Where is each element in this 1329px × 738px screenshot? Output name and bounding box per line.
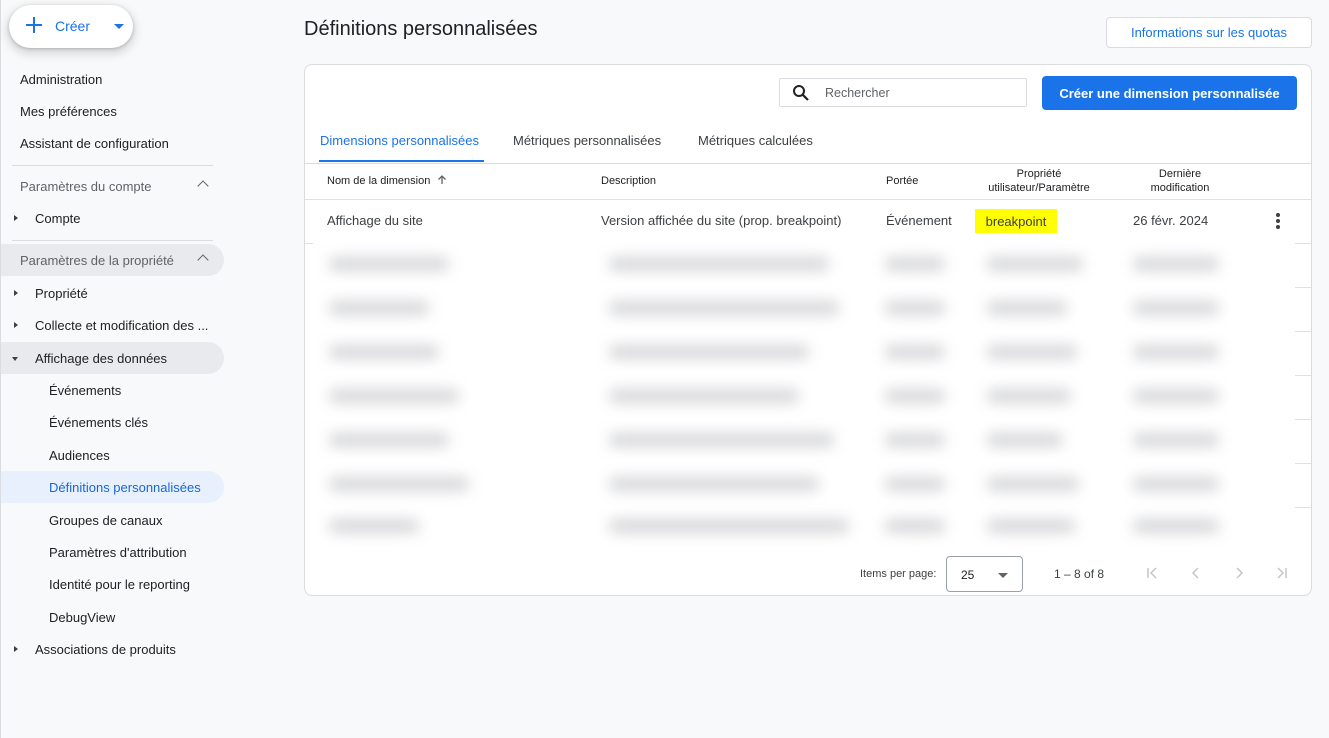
active-tab-indicator [319,160,484,162]
sidebar-item-preferences[interactable]: Mes préférences [1,95,117,127]
expand-arrow-icon [14,290,18,296]
expand-arrow-icon [14,646,18,652]
sidebar-item-data-collection[interactable]: Collecte et modification des ... [1,309,208,341]
pagination-range: 1 – 8 of 8 [1054,567,1105,581]
sidebar-item-administration[interactable]: Administration [1,63,102,95]
search-icon [793,85,809,101]
row-divider [1295,375,1311,376]
sidebar: Créer Administration Mes préférences Ass… [0,0,240,738]
tab-custom-dimensions[interactable]: Dimensions personnalisées [320,133,479,163]
cell-parameter-highlighted: breakpoint [975,209,1057,233]
expand-arrow-icon [14,322,18,328]
cell-dimension-name: Affichage du site [327,213,423,228]
sidebar-item-setup-assistant[interactable]: Assistant de configuration [1,127,169,159]
cell-last-modified: 26 févr. 2024 [1133,213,1209,228]
chevron-up-icon [197,180,209,192]
sidebar-item-reporting-identity[interactable]: Identité pour le reporting [1,568,190,600]
tab-custom-metrics[interactable]: Métriques personnalisées [513,133,661,163]
sidebar-item-debugview[interactable]: DebugView [1,601,115,633]
sidebar-item-product-links[interactable]: Associations de produits [1,633,176,665]
create-button-label: Créer [55,18,91,34]
column-header-scope[interactable]: Portée [886,174,918,188]
sidebar-item-attribution-settings[interactable]: Paramètres d'attribution [1,536,187,568]
sidebar-item-key-events[interactable]: Événements clés [1,406,148,438]
definitions-card: Créer une dimension personnalisée Dimens… [304,64,1312,596]
first-page-icon[interactable] [1145,565,1161,581]
previous-page-icon[interactable] [1188,565,1204,581]
sidebar-divider [12,240,213,241]
row-divider [1295,287,1311,288]
row-divider [1295,507,1311,508]
sidebar-item-custom-definitions[interactable]: Définitions personnalisées [1,471,224,503]
plus-icon [26,17,42,33]
property-settings-header[interactable]: Paramètres de la propriété [1,244,224,276]
sidebar-item-property[interactable]: Propriété [1,277,88,309]
blurred-rows [313,243,1295,547]
tabs-divider [305,163,1311,164]
next-page-icon[interactable] [1231,565,1247,581]
row-divider [1295,463,1311,464]
sidebar-item-events[interactable]: Événements [1,374,121,406]
column-header-name[interactable]: Nom de la dimension [327,174,447,188]
create-custom-dimension-button[interactable]: Créer une dimension personnalisée [1042,76,1297,110]
sort-arrow-up-icon [438,175,447,184]
sidebar-item-channel-groups[interactable]: Groupes de canaux [1,504,162,536]
cell-description: Version affichée du site (prop. breakpoi… [601,213,842,228]
table-header-divider [305,199,1311,200]
create-button[interactable]: Créer [9,5,133,48]
search-input[interactable] [825,83,1015,103]
row-divider [1295,331,1311,332]
chevron-up-icon [197,254,209,266]
collapse-arrow-icon [12,357,18,361]
account-settings-header[interactable]: Paramètres du compte [1,170,224,202]
expand-arrow-icon [14,215,18,221]
row-divider [1295,419,1311,420]
sidebar-item-audiences[interactable]: Audiences [1,439,110,471]
column-header-description[interactable]: Description [601,174,656,188]
more-vert-icon[interactable] [1274,212,1282,230]
sidebar-divider [12,165,213,166]
search-box[interactable] [779,78,1027,107]
caret-down-icon [114,24,124,29]
dropdown-arrow-icon [998,573,1008,578]
page-title: Définitions personnalisées [304,18,538,40]
tab-calculated-metrics[interactable]: Métriques calculées [698,133,813,163]
column-header-property[interactable]: Propriété utilisateur/Paramètre [945,167,1133,195]
last-page-icon[interactable] [1273,565,1289,581]
items-per-page-label: Items per page: [860,568,937,580]
sidebar-item-account[interactable]: Compte [1,202,81,234]
sidebar-item-data-display[interactable]: Affichage des données [1,342,224,374]
quota-info-button[interactable]: Informations sur les quotas [1106,17,1312,48]
items-per-page-select[interactable]: 25 [946,556,1023,592]
column-header-last-modified[interactable]: Dernière modification [1125,167,1235,195]
cell-scope: Événement [886,213,952,228]
